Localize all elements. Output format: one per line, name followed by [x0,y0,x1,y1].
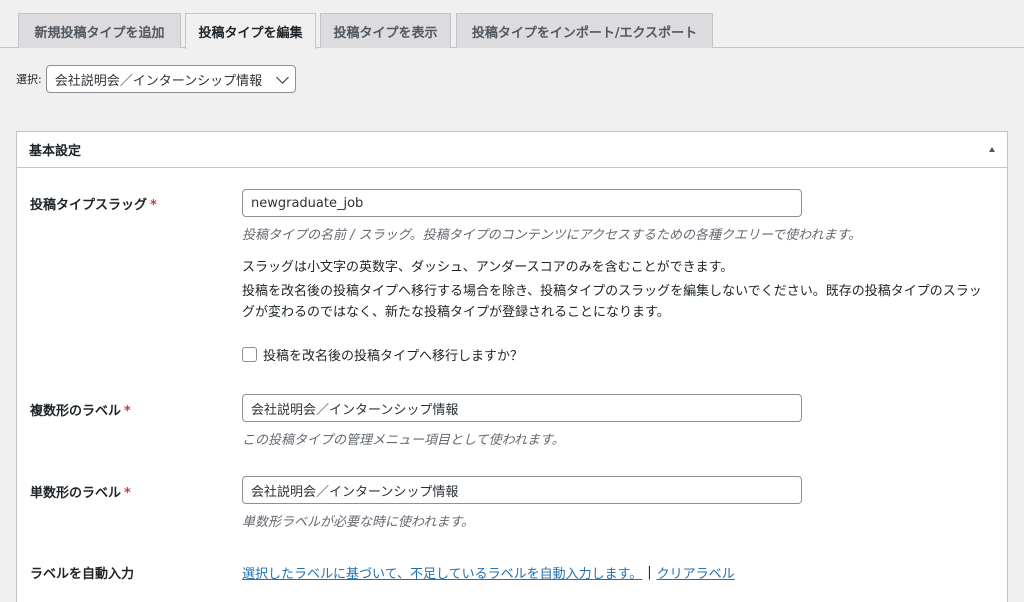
tab-bar: 新規投稿タイプを追加 投稿タイプを編集 投稿タイプを表示 投稿タイプをインポート… [0,0,1024,49]
selector-label: 選択: [16,73,42,86]
clear-labels-link[interactable]: クリアラベル [657,563,735,582]
chevron-down-icon [275,70,289,84]
singular-description: 単数形ラベルが必要な時に使われます。 [242,515,475,530]
tab-view[interactable]: 投稿タイプを表示 [320,13,451,48]
tab-import-export[interactable]: 投稿タイプをインポート/エクスポート [456,13,713,48]
slug-label: 投稿タイプスラッグ * [30,194,157,213]
slug-note-chars: スラッグは小文字の英数字、ダッシュ、アンダースコアのみを含むことができます。 [242,260,734,275]
slug-description: 投稿タイプの名前 / スラッグ。投稿タイプのコンテンツにアクセスするための各種ク… [242,228,862,243]
autofill-label: ラベルを自動入力 [30,567,135,582]
slug-input-value: newgraduate_job [251,195,364,211]
panel-title: 基本設定 [29,144,82,159]
plural-label-input[interactable]: 会社説明会／インターンシップ情報 [242,394,802,422]
migrate-checkbox-label[interactable]: 投稿を改名後の投稿タイプへ移行しますか？ [263,345,523,364]
migrate-checkbox[interactable] [242,347,257,362]
basic-settings-panel: 基本設定 投稿タイプスラッグ * newgraduate_job 投稿タイプの名前… [16,131,1008,602]
plural-label: 複数形のラベル * [30,400,131,419]
autofill-links: 選択したラベルに基づいて、不足しているラベルを自動入力します。 | クリアラベル [242,563,735,582]
singular-input-value: 会社説明会／インターンシップ情報 [251,484,459,500]
singular-label-text: 単数形のラベル [30,486,122,501]
post-type-select[interactable]: 会社説明会／インターンシップ情報 [45,65,296,93]
plural-description: この投稿タイプの管理メニュー項目として使われます。 [242,433,565,448]
post-type-select-value: 会社説明会／インターンシップ情報 [54,73,263,89]
slug-note-warning: 投稿を改名後の投稿タイプへ移行する場合を除き、投稿タイプのスラッグを編集しないで… [242,284,982,320]
collapse-arrow-icon[interactable] [989,147,995,152]
tab-add-new[interactable]: 新規投稿タイプを追加 [18,13,181,48]
singular-label: 単数形のラベル * [30,482,131,501]
migrate-option: 投稿を改名後の投稿タイプへ移行しますか？ [242,345,523,364]
required-marker: * [124,404,131,419]
singular-label-input[interactable]: 会社説明会／インターンシップ情報 [242,476,802,504]
slug-input[interactable]: newgraduate_job [242,189,802,217]
panel-header[interactable]: 基本設定 [17,132,1007,168]
required-marker: * [150,198,157,213]
post-type-selector-row: 選択: 会社説明会／インターンシップ情報 [16,65,296,93]
link-separator: | [647,565,652,580]
plural-label-text: 複数形のラベル [30,404,122,419]
slug-label-text: 投稿タイプスラッグ [30,198,148,213]
autofill-labels-link[interactable]: 選択したラベルに基づいて、不足しているラベルを自動入力します。 [242,563,642,582]
plural-input-value: 会社説明会／インターンシップ情報 [251,402,459,418]
required-marker: * [124,486,131,501]
tab-edit[interactable]: 投稿タイプを編集 [185,13,316,49]
